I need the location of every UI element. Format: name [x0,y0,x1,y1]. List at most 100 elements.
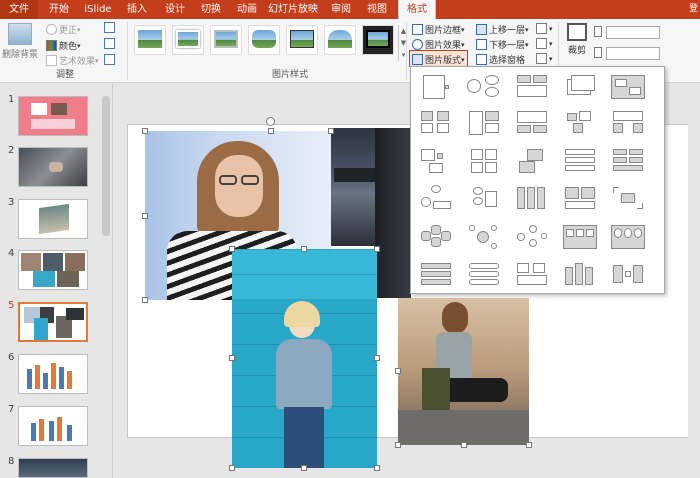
picture-style-2[interactable] [172,25,204,55]
slide-thumbnail-6[interactable] [18,354,88,394]
vertical-scrollbar[interactable] [688,84,700,478]
layout-option[interactable] [467,261,503,289]
selection-handle[interactable] [142,297,148,303]
tab-transitions[interactable]: 切换 [194,0,228,19]
selection-handle[interactable] [328,128,334,134]
layout-option[interactable] [515,185,551,213]
picture-border-button[interactable]: 图片边框 ▾ [412,23,465,36]
selection-handle[interactable] [301,465,307,471]
layout-option[interactable] [515,147,551,175]
selection-handle[interactable] [461,442,467,448]
selection-handle[interactable] [374,246,380,252]
tab-file[interactable]: 文件 [0,0,38,19]
layout-option[interactable] [515,261,551,289]
layout-option[interactable] [515,223,551,251]
selection-handle[interactable] [229,465,235,471]
selection-handle[interactable] [268,128,274,134]
selection-handle[interactable] [374,355,380,361]
color-button[interactable]: 颜色 ▾ [46,39,81,52]
tab-slideshow[interactable]: 幻灯片放映 [266,0,320,19]
selection-handle[interactable] [395,368,401,374]
layout-option[interactable] [563,261,599,289]
picture-style-5[interactable] [286,25,318,55]
slide-thumbnail-5[interactable] [18,302,88,342]
tab-insert[interactable]: 插入 [120,0,154,19]
tab-view[interactable]: 视图 [360,0,394,19]
width-input[interactable] [606,47,660,60]
slide-thumbnail-2[interactable] [18,147,88,187]
picture-style-3[interactable] [210,25,242,55]
slide-thumbnail-3[interactable] [18,199,88,239]
width-icon[interactable] [594,47,604,58]
tab-animations[interactable]: 动画 [230,0,264,19]
height-input[interactable] [606,26,660,39]
photo-woman-blue-wall[interactable] [232,249,377,468]
layout-option[interactable] [419,73,455,101]
picture-style-1[interactable] [134,25,166,55]
layout-option[interactable] [419,109,455,137]
thumbnail-scrollbar[interactable] [102,96,110,236]
rotate-handle-icon[interactable] [266,117,275,126]
layout-option[interactable] [611,223,647,251]
selection-handle[interactable] [301,246,307,252]
tab-islide[interactable]: iSlide [80,0,116,19]
selection-handle[interactable] [395,442,401,448]
picture-style-7[interactable] [362,25,394,55]
layout-option[interactable] [563,147,599,175]
send-backward-button[interactable]: 下移一层 ▾ [476,38,529,51]
selection-handle[interactable] [526,442,532,448]
layout-option[interactable] [419,223,455,251]
picture-style-4[interactable] [248,25,280,55]
sign-in-link[interactable]: 登 [689,0,698,19]
layout-option[interactable] [467,109,503,137]
layout-option[interactable] [611,73,647,101]
slide-thumbnail-1[interactable] [18,96,88,136]
layout-option[interactable] [563,223,599,251]
slide-thumbnail-8[interactable] [18,458,88,478]
tab-design[interactable]: 设计 [158,0,192,19]
slide-thumbnail-7[interactable] [18,406,88,446]
crop-button[interactable]: 裁剪 [562,23,592,56]
layout-option[interactable] [563,185,599,213]
tab-format[interactable]: 格式 [398,0,436,19]
selection-handle[interactable] [142,213,148,219]
align-icon[interactable]: ▾ [536,23,553,34]
height-icon[interactable] [594,26,604,37]
layout-option[interactable] [611,109,647,137]
corrections-button[interactable]: 更正 ▾ [46,23,81,36]
photo-dark-portrait[interactable] [375,128,411,298]
photo-woman-sitting[interactable] [398,298,529,445]
layout-option[interactable] [467,223,503,251]
layout-option[interactable] [467,73,503,101]
picture-style-6[interactable] [324,25,356,55]
layout-option[interactable] [611,185,647,213]
layout-option[interactable] [515,109,551,137]
rotate-icon[interactable]: ▾ [536,53,553,64]
artistic-effects-button[interactable]: 艺术效果 ▾ [46,54,99,67]
layout-option[interactable] [563,73,599,101]
selection-handle[interactable] [229,355,235,361]
layout-option[interactable] [563,109,599,137]
layout-option[interactable] [467,147,503,175]
group-icon[interactable]: ▾ [536,38,553,49]
selection-handle[interactable] [374,465,380,471]
tab-home[interactable]: 开始 [42,0,76,19]
layout-option[interactable] [419,261,455,289]
slide-thumbnail-4[interactable] [18,250,88,290]
selection-handle[interactable] [229,246,235,252]
tab-review[interactable]: 审阅 [324,0,358,19]
bring-forward-button[interactable]: 上移一层 ▾ [476,23,529,36]
layout-option[interactable] [611,147,647,175]
picture-layout-button[interactable]: 图片版式 ▾ [409,50,468,67]
reset-picture-icon[interactable] [104,54,117,65]
layout-option[interactable] [419,185,455,213]
change-picture-icon[interactable] [104,38,117,49]
layout-option[interactable] [611,261,647,289]
layout-option[interactable] [467,185,503,213]
layout-option[interactable] [515,73,551,101]
remove-background-button[interactable]: 删除背景 [2,23,38,60]
compress-pictures-icon[interactable] [104,22,117,33]
selection-pane-button[interactable]: 选择窗格 [476,53,525,66]
layout-option[interactable] [419,147,455,175]
selection-handle[interactable] [142,128,148,134]
